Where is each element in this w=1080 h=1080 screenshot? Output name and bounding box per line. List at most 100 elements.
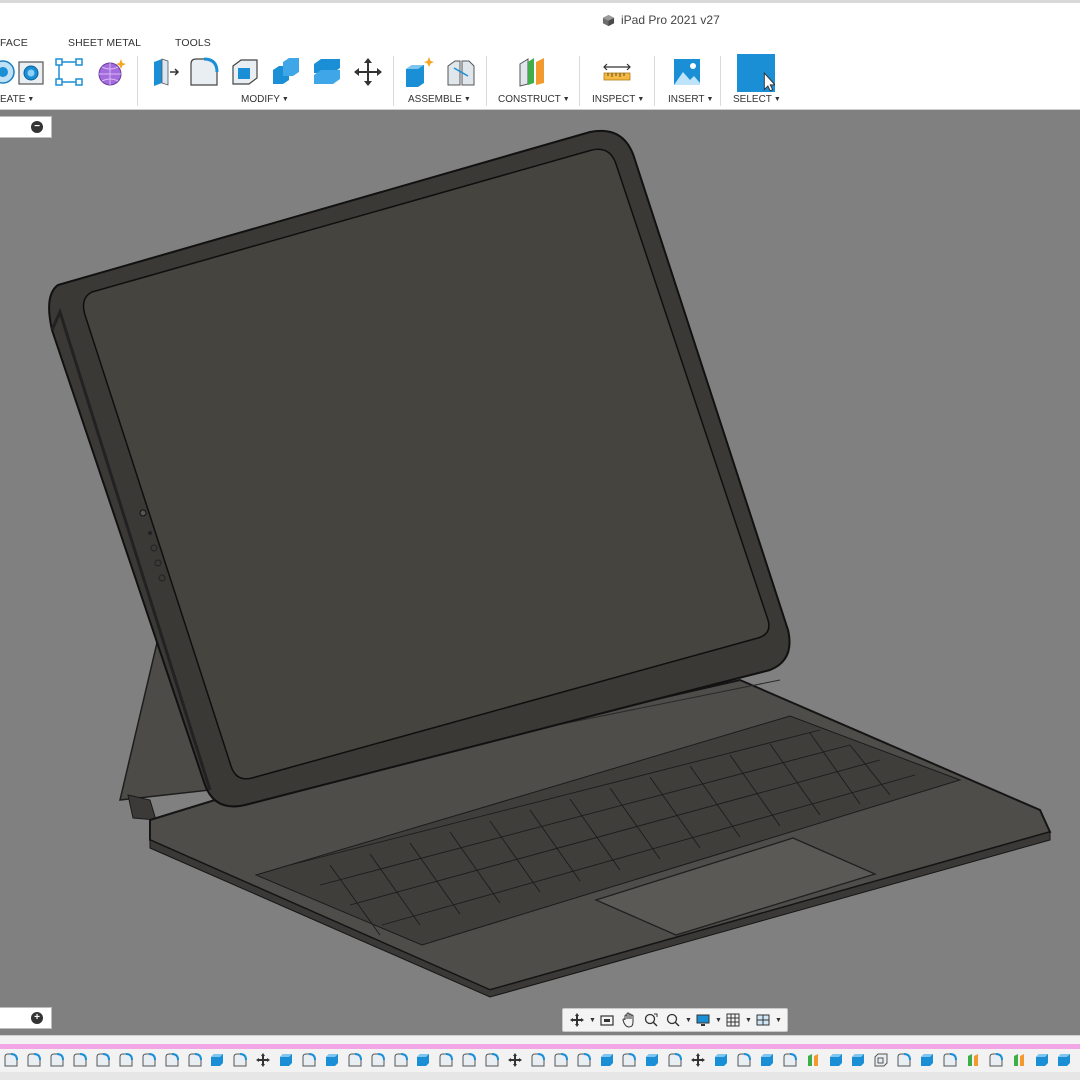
ipad-keyboard-model[interactable] [0,110,1080,1035]
split-body-button[interactable] [310,55,344,89]
timeline-feature[interactable] [343,1050,366,1070]
timeline-feature[interactable] [595,1050,618,1070]
timeline-feature[interactable] [23,1050,46,1070]
look-at-button[interactable] [597,1010,617,1030]
offset-plane-button[interactable] [515,55,549,89]
timeline-feature[interactable] [664,1050,687,1070]
measure-icon [603,63,631,81]
timeline-feature[interactable] [275,1050,298,1070]
chevron-down-icon[interactable]: ▼ [685,1017,692,1024]
pattern-button[interactable] [52,55,86,89]
timeline-feature[interactable] [618,1050,641,1070]
timeline-feature[interactable] [481,1050,504,1070]
timeline-feature[interactable] [46,1050,69,1070]
shell-button[interactable] [228,55,262,89]
orbit-button[interactable] [567,1010,587,1030]
timeline-feature[interactable] [298,1050,321,1070]
timeline-feature[interactable] [206,1050,229,1070]
tab-sheet-metal[interactable]: SHEET METAL [68,37,141,49]
group-construct-label[interactable]: CONSTRUCT ▼ [498,94,570,105]
orbit-icon [570,1013,584,1027]
group-divider [579,56,580,106]
timeline-feature[interactable] [1053,1050,1076,1070]
display-settings-button[interactable] [693,1010,713,1030]
extrude-feature-icon [325,1054,338,1066]
group-create-label[interactable]: EATE ▼ [0,94,34,105]
timeline-feature[interactable] [572,1050,595,1070]
joint-button[interactable] [444,55,478,89]
timeline-feature[interactable] [939,1050,962,1070]
timeline-feature[interactable] [778,1050,801,1070]
group-inspect-label[interactable]: INSPECT ▼ [592,94,644,105]
comments-panel-collapsed[interactable]: + [0,1007,52,1029]
timeline-feature[interactable] [0,1050,23,1070]
insert-image-button[interactable] [670,55,704,89]
timeline-feature[interactable] [389,1050,412,1070]
timeline-feature[interactable] [160,1050,183,1070]
chevron-down-icon[interactable]: ▼ [775,1017,782,1024]
timeline-feature[interactable] [824,1050,847,1070]
timeline-feature[interactable] [870,1050,893,1070]
timeline-feature[interactable] [847,1050,870,1070]
zoom-button[interactable] [663,1010,683,1030]
create-form-button[interactable] [94,55,128,89]
expand-comments-button[interactable]: + [31,1012,43,1024]
timeline-feature[interactable] [755,1050,778,1070]
viewports-button[interactable] [753,1010,773,1030]
group-assemble-label[interactable]: ASSEMBLE ▼ [408,94,471,105]
tab-tools[interactable]: TOOLS [175,37,211,49]
fillet-feature-icon [50,1053,65,1067]
group-select-label[interactable]: SELECT ▼ [733,94,781,105]
timeline-feature[interactable] [961,1050,984,1070]
timeline-feature[interactable] [710,1050,733,1070]
collapse-browser-button[interactable]: − [31,121,43,133]
zoom-window-button[interactable] [641,1010,661,1030]
canvas-viewport[interactable]: − + ▼ ▼ ▼ ▼ ▼ [0,110,1080,1035]
timeline-feature[interactable] [1007,1050,1030,1070]
timeline-feature[interactable] [69,1050,92,1070]
timeline-feature[interactable] [801,1050,824,1070]
split-body-icon [314,59,340,84]
timeline-feature[interactable] [137,1050,160,1070]
timeline-feature[interactable] [641,1050,664,1070]
timeline-feature[interactable] [504,1050,527,1070]
group-modify-label[interactable]: MODIFY ▼ [241,94,289,105]
hole-button[interactable] [14,55,48,89]
zoom-icon [666,1013,680,1027]
new-component-button[interactable] [402,55,436,89]
pan-button[interactable] [619,1010,639,1030]
combine-button[interactable] [268,55,302,89]
move-button[interactable] [351,55,385,89]
chevron-down-icon[interactable]: ▼ [589,1017,596,1024]
timeline-feature[interactable] [984,1050,1007,1070]
timeline-feature[interactable] [916,1050,939,1070]
timeline-feature[interactable] [1030,1050,1053,1070]
timeline-feature[interactable] [412,1050,435,1070]
chevron-down-icon[interactable]: ▼ [745,1017,752,1024]
timeline-feature[interactable] [435,1050,458,1070]
browser-panel-collapsed[interactable]: − [0,116,52,138]
timeline-feature[interactable] [687,1050,710,1070]
timeline-feature[interactable] [893,1050,916,1070]
tab-surface[interactable]: FACE [0,37,28,49]
timeline-feature[interactable] [114,1050,137,1070]
timeline-feature[interactable] [92,1050,115,1070]
timeline-feature[interactable] [366,1050,389,1070]
timeline-feature[interactable] [252,1050,275,1070]
fillet-button[interactable] [187,55,221,89]
timeline-feature[interactable] [526,1050,549,1070]
measure-button[interactable] [600,55,634,89]
select-button[interactable] [737,54,775,92]
grid-settings-button[interactable] [723,1010,743,1030]
timeline-feature[interactable] [183,1050,206,1070]
timeline-feature[interactable] [229,1050,252,1070]
timeline-feature[interactable] [320,1050,343,1070]
timeline-feature[interactable] [549,1050,572,1070]
press-pull-button[interactable] [147,55,181,89]
timeline-feature[interactable] [733,1050,756,1070]
chevron-down-icon[interactable]: ▼ [715,1017,722,1024]
extrude-feature-icon [600,1054,613,1066]
timeline-feature[interactable] [458,1050,481,1070]
group-insert-label[interactable]: INSERT ▼ [668,94,713,105]
chevron-down-icon: ▼ [773,96,781,103]
